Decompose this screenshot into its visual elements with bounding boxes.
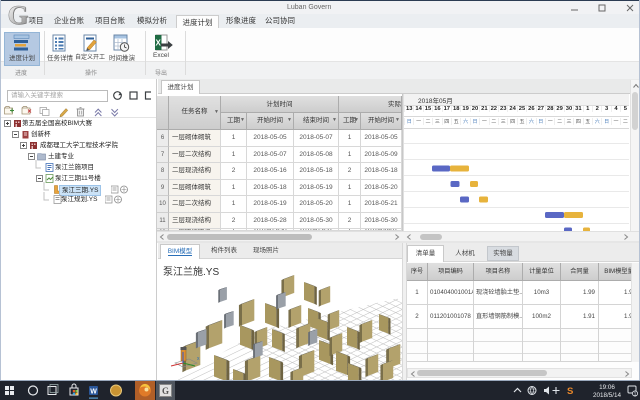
- svg-text:W: W: [90, 389, 97, 396]
- svg-text:1: 1: [634, 392, 637, 398]
- svg-text:19:06: 19:06: [599, 384, 615, 391]
- svg-text:S: S: [567, 386, 573, 397]
- svg-text:X: X: [156, 39, 162, 48]
- svg-text:G: G: [162, 386, 169, 396]
- svg-text:2018/5/14: 2018/5/14: [593, 392, 622, 399]
